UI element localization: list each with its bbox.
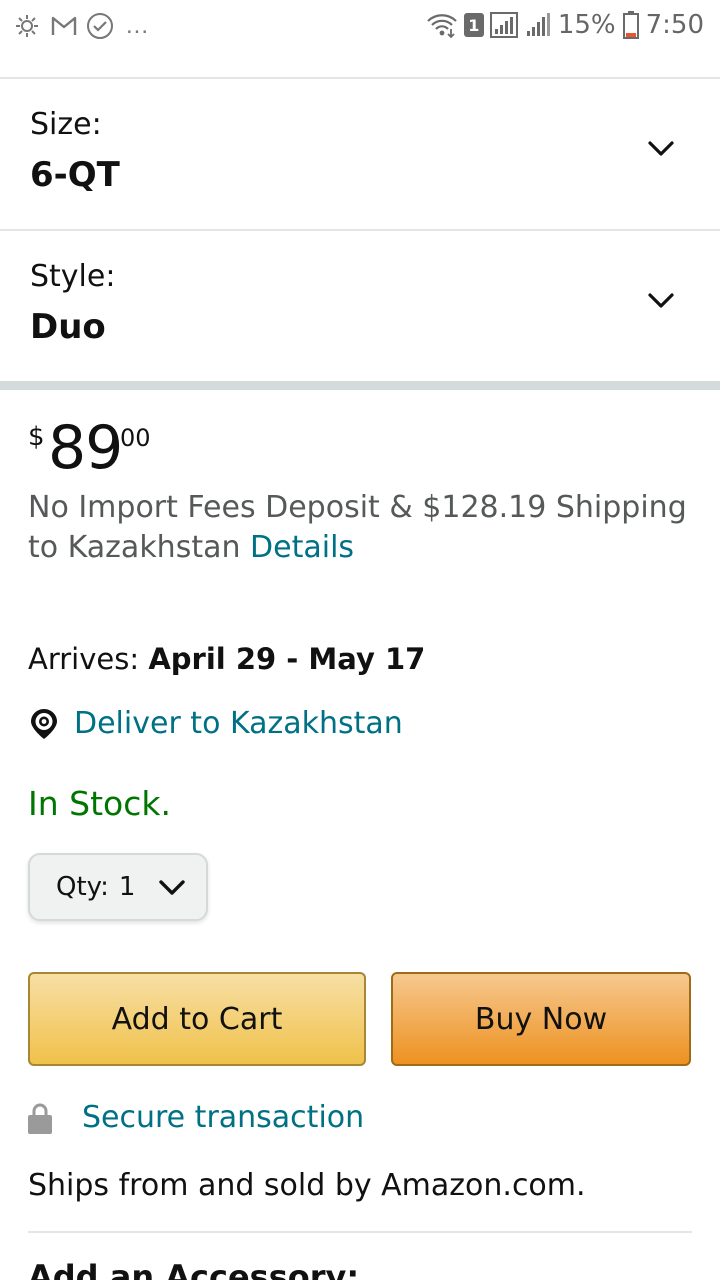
price-fraction: 00 [120, 424, 151, 452]
sim-badge: 1 [463, 13, 484, 37]
ships-from-info: Ships from and sold by Amazon.com. [28, 1168, 586, 1203]
price-currency-symbol: $ [28, 422, 45, 452]
quantity-label: Qty: [56, 872, 109, 902]
add-accessory-heading: Add an Accessory: [28, 1258, 360, 1280]
check-circle-icon [87, 13, 113, 39]
arrives-label: Arrives: [28, 642, 140, 676]
signal-icon [489, 12, 518, 38]
arrival-info: Arrives: April 29 - May 17 [28, 642, 425, 676]
add-to-cart-button[interactable]: Add to Cart [28, 972, 366, 1066]
wifi-icon [427, 14, 457, 39]
size-label: Size: [30, 107, 102, 142]
gmail-icon [51, 16, 77, 35]
arrival-dates: April 29 - May 17 [148, 642, 426, 676]
quantity-value: 1 [118, 872, 136, 902]
more-notifications-indicator: ... [126, 12, 150, 39]
secure-transaction-link[interactable]: Secure transaction [28, 1100, 364, 1135]
lock-icon [28, 1103, 52, 1134]
shipping-text: No Import Fees Deposit & $128.19 Shippin… [28, 490, 687, 565]
clock: 7:50 [645, 10, 704, 40]
status-bar: ... 1 15% 7:50 [0, 0, 720, 52]
style-selector[interactable]: Style: Duo [0, 231, 720, 381]
chevron-down-icon[interactable] [646, 133, 676, 163]
buy-now-button[interactable]: Buy Now [391, 972, 691, 1066]
battery-percent: 15% [557, 10, 616, 40]
deliver-to-text[interactable]: Deliver to Kazakhstan [74, 706, 403, 741]
system-status-area: 1 15% 7:50 [426, 8, 704, 42]
deliver-to-link[interactable]: Deliver to Kazakhstan [28, 706, 403, 741]
location-pin-icon [31, 708, 57, 739]
shipping-info: No Import Fees Deposit & $128.19 Shippin… [28, 488, 708, 568]
size-selector[interactable]: Size: 6-QT [0, 79, 720, 229]
chevron-down-icon[interactable] [646, 285, 676, 315]
style-label: Style: [30, 259, 116, 294]
section-divider [0, 381, 720, 390]
size-value: 6-QT [30, 155, 120, 195]
signal-secondary-icon [526, 13, 550, 36]
style-value: Duo [30, 307, 106, 347]
chevron-down-icon [159, 880, 186, 895]
notification-area: ... [12, 10, 149, 42]
shipping-details-link[interactable]: Details [250, 530, 354, 565]
divider [28, 1231, 692, 1233]
quantity-dropdown[interactable]: Qty: 1 [28, 853, 208, 921]
stock-status: In Stock. [28, 784, 171, 823]
price-whole: 89 [48, 413, 123, 483]
secure-transaction-text[interactable]: Secure transaction [82, 1100, 364, 1135]
weather-icon [16, 15, 38, 37]
battery-icon [622, 11, 639, 39]
